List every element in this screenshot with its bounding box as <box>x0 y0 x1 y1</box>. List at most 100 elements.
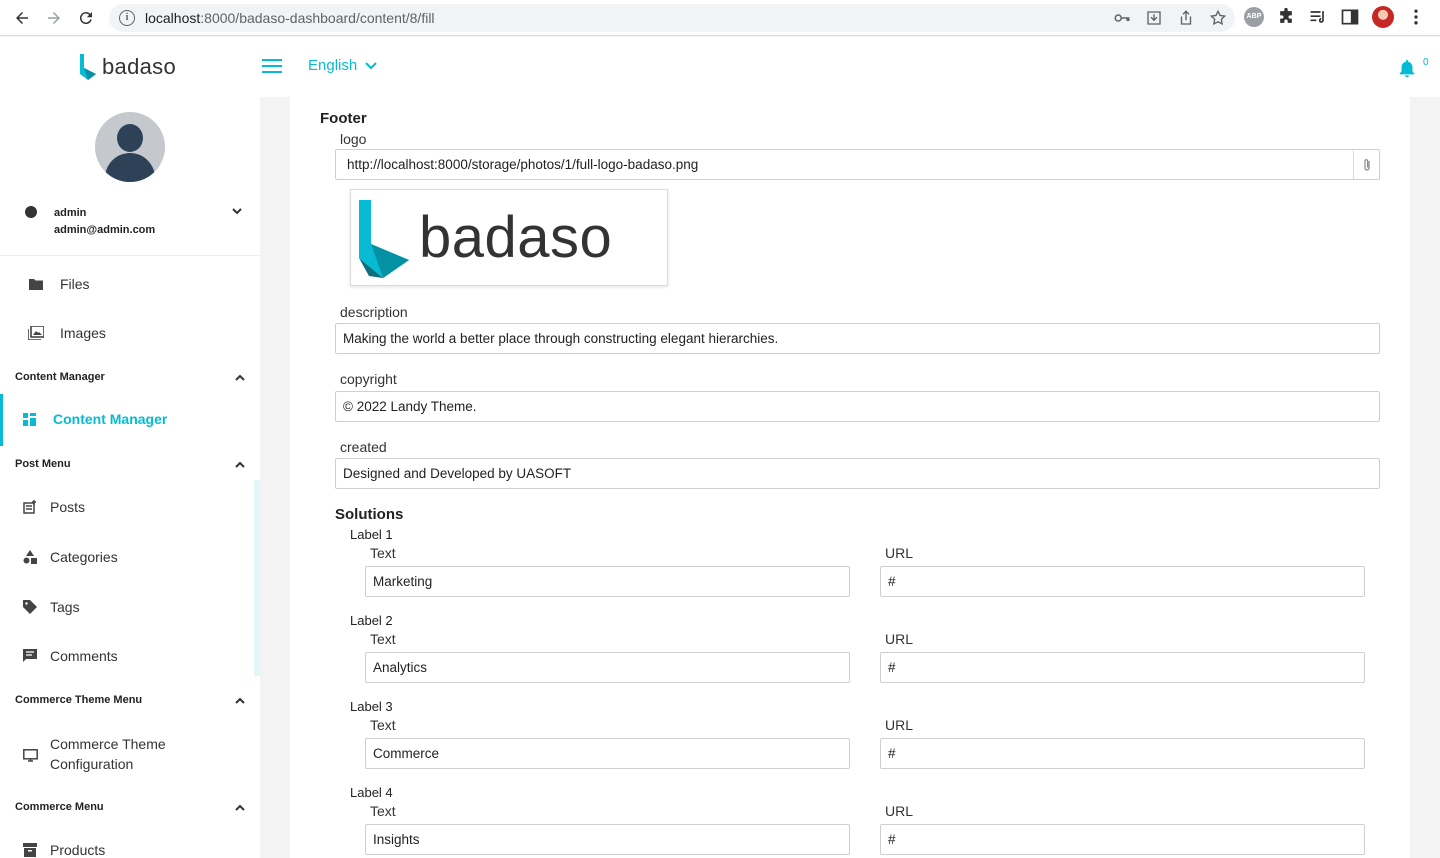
sidebar-item-label: Images <box>60 325 106 341</box>
solution-url-value: # <box>888 660 896 675</box>
sidebar: admin admin@admin.com Files Images Conte… <box>0 97 260 858</box>
sidebar-item-images[interactable]: Images <box>0 313 260 353</box>
user-name: admin <box>54 207 87 219</box>
solution-text-field-4[interactable]: Insights <box>365 824 850 855</box>
sidebar-item-commerce-theme-configuration[interactable]: Commerce Theme Configuration <box>0 734 260 774</box>
share-icon[interactable] <box>1177 9 1195 27</box>
solution-url-value: # <box>888 574 896 589</box>
menu-dots-icon[interactable] <box>1406 7 1426 27</box>
logo-preview-text: badaso <box>419 205 613 270</box>
solution-url-value: # <box>888 832 896 847</box>
bell-icon[interactable] <box>1396 57 1418 79</box>
copyright-label: copyright <box>340 371 397 387</box>
label-line-2: Configuration <box>50 756 134 772</box>
reload-button[interactable] <box>70 2 102 34</box>
chevron-up-icon <box>235 804 245 811</box>
content-card: Footer logo http://localhost:8000/storag… <box>290 97 1410 858</box>
language-label: English <box>308 57 358 74</box>
sidebar-item-comments[interactable]: Comments <box>0 636 260 676</box>
back-icon <box>16 12 28 24</box>
solution-url-field-2[interactable]: # <box>880 652 1365 683</box>
solution-text-field-3[interactable]: Commerce <box>365 738 850 769</box>
sidebar-item-label: Commerce Theme Configuration <box>50 734 166 774</box>
solution-text-value: Insights <box>373 832 420 847</box>
monitor-icon <box>22 747 38 763</box>
url-path: :8000/badaso-dashboard/content/8/fill <box>200 10 435 26</box>
adblock-icon[interactable]: ABP <box>1244 7 1264 27</box>
image-icon <box>28 325 44 341</box>
logo-value: http://localhost:8000/storage/photos/1/f… <box>347 157 699 172</box>
chevron-down-icon[interactable] <box>231 205 243 217</box>
chevron-down-icon <box>365 61 377 69</box>
group-commerce-menu[interactable]: Commerce Menu <box>15 801 245 813</box>
solution-url-field-3[interactable]: # <box>880 738 1365 769</box>
sidebar-item-label: Comments <box>50 648 118 664</box>
sidebar-item-categories[interactable]: Categories <box>0 537 260 577</box>
box-icon <box>22 842 38 858</box>
logo-label: logo <box>340 131 367 147</box>
solution-label-2: Label 2 <box>350 613 393 628</box>
address-bar[interactable]: i localhost:8000/badaso-dashboard/conten… <box>109 4 1235 32</box>
solution-url-value: # <box>888 746 896 761</box>
logo-field[interactable]: http://localhost:8000/storage/photos/1/f… <box>335 149 1380 180</box>
info-icon[interactable]: i <box>119 10 135 26</box>
sidepanel-icon[interactable] <box>1340 7 1360 27</box>
url-host: localhost <box>145 10 201 26</box>
solution-url-field-4[interactable]: # <box>880 824 1365 855</box>
created-field[interactable]: Designed and Developed by UASOFT <box>335 458 1380 489</box>
url-label: URL <box>885 545 914 561</box>
dashboard-icon <box>23 413 36 426</box>
user-menu[interactable]: admin admin@admin.com <box>0 200 260 256</box>
group-label: Post Menu <box>15 458 71 470</box>
hamburger-icon[interactable] <box>262 59 282 75</box>
description-field[interactable]: Making the world a better place through … <box>335 323 1380 354</box>
group-commerce-theme-menu[interactable]: Commerce Theme Menu <box>15 694 245 706</box>
text-label: Text <box>370 803 396 819</box>
sidebar-item-products[interactable]: Products <box>0 830 260 858</box>
profile-avatar[interactable] <box>1372 6 1394 28</box>
playlist-icon[interactable] <box>1308 7 1328 27</box>
group-label: Commerce Menu <box>15 801 104 813</box>
footer-title: Footer <box>320 110 367 127</box>
forward-button[interactable] <box>38 2 70 34</box>
url-label: URL <box>885 631 914 647</box>
puzzle-icon[interactable] <box>1276 7 1296 27</box>
group-content-manager[interactable]: Content Manager <box>15 371 245 383</box>
logo-preview: badaso <box>350 189 668 286</box>
chevron-up-icon <box>235 697 245 704</box>
sidebar-item-content-manager[interactable]: Content Manager <box>0 394 260 446</box>
categories-icon <box>22 549 38 565</box>
logo-text: badaso <box>102 54 176 79</box>
url-label: URL <box>885 717 914 733</box>
sidebar-item-files[interactable]: Files <box>0 264 260 304</box>
comment-icon <box>22 648 38 664</box>
sidebar-item-posts[interactable]: Posts <box>0 487 260 527</box>
sidebar-item-label: Products <box>50 842 106 858</box>
created-value: Designed and Developed by UASOFT <box>343 466 572 481</box>
download-icon[interactable] <box>1145 9 1163 27</box>
badaso-logo[interactable]: badaso <box>78 54 176 80</box>
solution-text-field-1[interactable]: Marketing <box>365 566 850 597</box>
solution-url-field-1[interactable]: # <box>880 566 1365 597</box>
created-label: created <box>340 439 387 455</box>
paperclip-icon[interactable] <box>1353 150 1379 179</box>
notification-count: 0 <box>1423 57 1429 68</box>
solution-label-4: Label 4 <box>350 785 393 800</box>
account-icon <box>25 206 37 218</box>
key-icon[interactable] <box>1113 9 1131 27</box>
copyright-value: © 2022 Landy Theme. <box>343 399 477 414</box>
back-button[interactable] <box>6 2 38 34</box>
language-selector[interactable]: English <box>308 57 377 74</box>
group-post-menu[interactable]: Post Menu <box>15 458 245 470</box>
solution-text-field-2[interactable]: Analytics <box>365 652 850 683</box>
copyright-field[interactable]: © 2022 Landy Theme. <box>335 391 1380 422</box>
post-icon <box>22 499 38 515</box>
solution-label-1: Label 1 <box>350 527 393 542</box>
app-header: badaso English 0 <box>0 37 1440 97</box>
sidebar-item-tags[interactable]: Tags <box>0 587 260 627</box>
tag-icon <box>22 599 38 615</box>
forward-icon <box>48 12 60 24</box>
star-icon[interactable] <box>1209 9 1227 27</box>
browser-toolbar: i localhost:8000/badaso-dashboard/conten… <box>0 0 1440 36</box>
description-value: Making the world a better place through … <box>343 331 779 346</box>
